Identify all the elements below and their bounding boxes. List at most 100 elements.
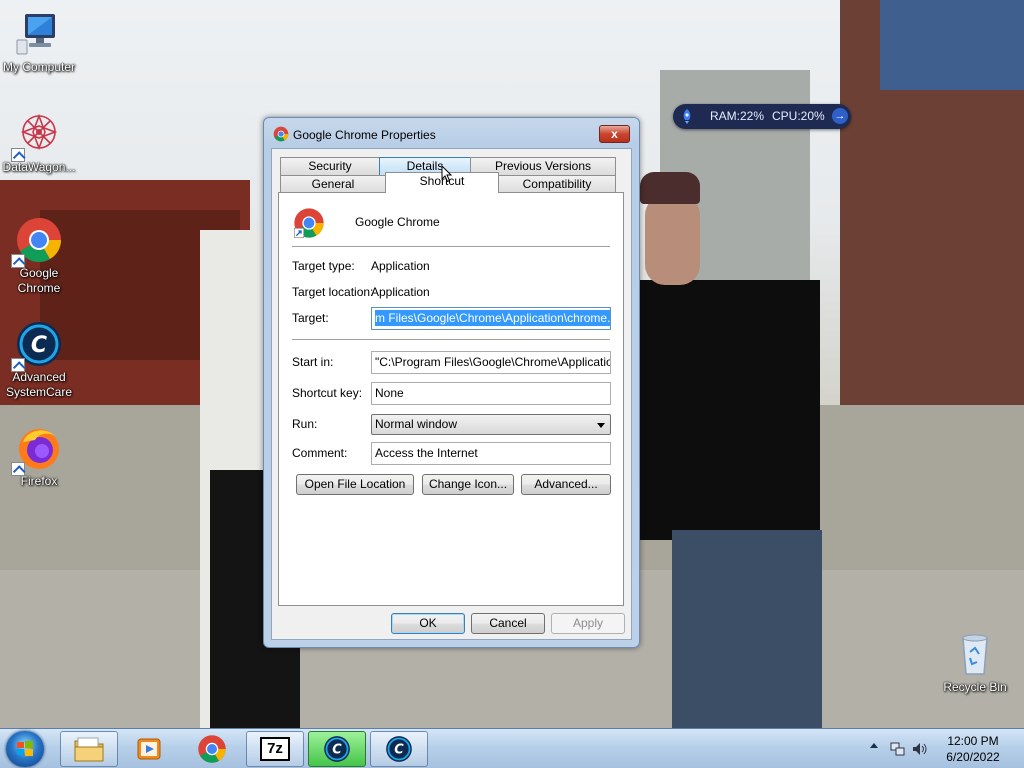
button-label: Open File Location <box>304 477 406 491</box>
button-label: Change Icon... <box>428 477 508 491</box>
tab-security[interactable]: Security <box>280 157 380 175</box>
desktop-icon-datawagon[interactable]: DataWagon... <box>0 110 78 175</box>
svg-text:C: C <box>31 333 47 358</box>
clock-date: 6/20/2022 <box>946 750 1000 764</box>
button-label: Advanced... <box>534 477 598 491</box>
7zip-icon: 7z <box>260 737 290 761</box>
background-person <box>640 172 700 204</box>
dialog-titlebar[interactable]: Google Chrome Properties x <box>264 118 639 148</box>
recycle-bin-icon <box>951 630 999 678</box>
run-label: Run: <box>292 417 318 431</box>
taskbar-explorer[interactable] <box>60 731 118 767</box>
shortcut-arrow-icon <box>11 462 25 476</box>
desktop-icon-label: Recycle Bin <box>943 680 1007 694</box>
target-label: Target: <box>292 311 329 325</box>
computer-icon <box>15 10 63 58</box>
desktop-icon-my-computer[interactable]: My Computer <box>0 10 78 75</box>
taskbar: 7z C C 12:00 PM 6/20/2022 <box>0 728 1024 768</box>
system-clock[interactable]: 12:00 PM 6/20/2022 <box>930 733 1016 765</box>
taskbar-chrome[interactable] <box>183 731 241 767</box>
desktop-icon-recycle-bin[interactable]: Recycle Bin <box>936 630 1014 695</box>
chrome-icon <box>273 126 289 142</box>
desktop-icon-label: Firefox <box>20 474 58 488</box>
button-label: OK <box>419 616 437 630</box>
divider <box>292 246 610 248</box>
systemcare-icon: C <box>386 736 412 762</box>
show-hidden-icons-icon[interactable] <box>870 743 878 748</box>
chrome-icon <box>293 207 325 239</box>
desktop-icon-google-chrome[interactable]: Google Chrome <box>0 216 78 296</box>
desktop-icon-firefox[interactable]: Firefox <box>0 424 78 489</box>
taskbar-media-player[interactable] <box>120 731 178 767</box>
start-in-value: "C:\Program Files\Google\Chrome\Applicat… <box>375 355 611 369</box>
desktop-icon-label: Google Chrome <box>17 266 61 295</box>
network-icon[interactable] <box>890 741 906 757</box>
shortcut-key-label: Shortcut key: <box>292 386 363 400</box>
media-player-icon <box>137 738 161 760</box>
button-label: Cancel <box>489 616 527 630</box>
change-icon-button[interactable]: Change Icon... <box>422 474 514 495</box>
start-in-input[interactable]: "C:\Program Files\Google\Chrome\Applicat… <box>371 351 611 374</box>
start-button[interactable] <box>6 731 44 767</box>
rocket-icon <box>681 109 693 124</box>
start-in-label: Start in: <box>292 355 334 369</box>
desktop-icon-label: My Computer <box>2 60 76 74</box>
close-button[interactable]: x <box>599 125 630 143</box>
desktop-icon-label: Advanced SystemCare <box>5 370 73 399</box>
mouse-cursor-icon <box>441 165 453 183</box>
taskbar-7zip[interactable]: 7z <box>246 731 304 767</box>
target-type-label: Target type: <box>292 259 355 273</box>
systemcare-icon: C <box>11 320 63 372</box>
volume-icon[interactable] <box>912 741 928 757</box>
desktop-icon-advanced-systemcare[interactable]: C Advanced SystemCare <box>0 320 78 400</box>
dialog-client-area: Security Details Previous Versions Gener… <box>271 148 632 640</box>
clock-time: 12:00 PM <box>947 734 999 748</box>
expand-arrow-icon[interactable]: → <box>832 108 848 124</box>
shortcut-key-value: None <box>375 386 404 400</box>
target-location-value: Application <box>371 285 430 299</box>
open-file-location-button[interactable]: Open File Location <box>296 474 414 495</box>
shortcut-key-input[interactable]: None <box>371 382 611 405</box>
apply-button[interactable]: Apply <box>551 613 625 634</box>
datawagon-icon <box>11 110 63 162</box>
svg-text:C: C <box>332 743 342 758</box>
background-person <box>640 280 820 540</box>
app-name: Google Chrome <box>355 215 440 229</box>
ok-button[interactable]: OK <box>391 613 465 634</box>
close-icon: x <box>611 127 618 141</box>
shortcut-arrow-icon <box>11 358 25 372</box>
shortcut-arrow-icon <box>11 254 25 268</box>
tab-compatibility[interactable]: Compatibility <box>498 175 616 193</box>
comment-input[interactable]: Access the Internet <box>371 442 611 465</box>
tab-label: Compatibility <box>522 177 592 191</box>
chevron-down-icon <box>597 423 605 428</box>
windows-explorer-icon <box>74 737 104 762</box>
chrome-icon <box>198 735 226 763</box>
shortcut-arrow-icon <box>11 148 25 162</box>
tab-label: General <box>311 177 355 191</box>
advanced-button[interactable]: Advanced... <box>521 474 611 495</box>
comment-label: Comment: <box>292 446 348 460</box>
background-building <box>880 0 1024 90</box>
dialog-title: Google Chrome Properties <box>293 128 436 142</box>
ram-usage: RAM:22% <box>710 109 765 123</box>
background-person <box>672 530 822 728</box>
taskbar-systemcare-active[interactable]: C <box>308 731 366 767</box>
target-input[interactable]: m Files\Google\Chrome\Application\chrome… <box>371 307 611 330</box>
comment-value: Access the Internet <box>375 446 478 460</box>
chrome-icon <box>11 216 63 268</box>
windows-logo-icon <box>17 741 33 756</box>
taskbar-systemcare[interactable]: C <box>370 731 428 767</box>
shortcut-tab-panel: Google Chrome Target type: Application T… <box>278 192 624 606</box>
cancel-button[interactable]: Cancel <box>471 613 545 634</box>
target-selected-text: m Files\Google\Chrome\Application\chrome… <box>375 310 610 326</box>
divider <box>292 339 610 341</box>
tab-general[interactable]: General <box>280 175 386 193</box>
desktop: My Computer DataWagon... Google Chrome C… <box>0 0 1024 728</box>
tab-label: Previous Versions <box>494 159 592 173</box>
background-person <box>645 195 700 285</box>
tab-label: Details <box>406 159 444 173</box>
system-monitor-widget[interactable]: RAM:22% CPU:20% → <box>673 104 851 129</box>
run-select[interactable]: Normal window <box>371 414 611 435</box>
target-location-label: Target location: <box>292 285 374 299</box>
